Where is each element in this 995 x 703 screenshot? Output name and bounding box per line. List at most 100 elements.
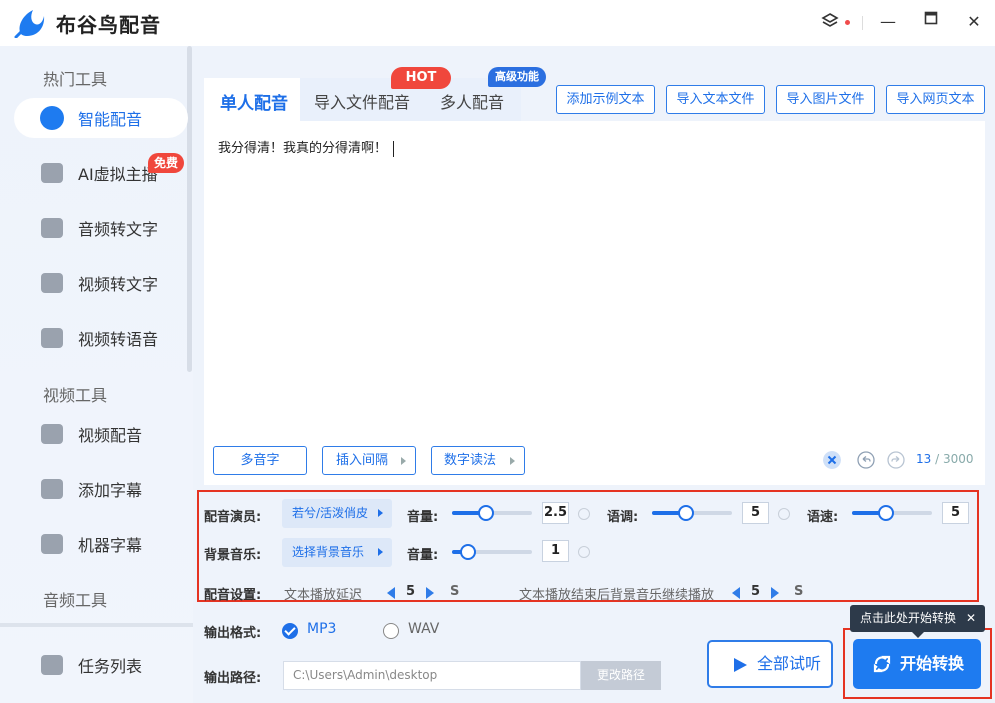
start-convert-button[interactable]: 开始转换 [853,639,981,689]
volume-value[interactable]: 2.5 [542,502,569,524]
layers-icon[interactable] [818,12,842,35]
insert-pause-button[interactable]: 插入间隔 [322,446,416,475]
polyphone-button[interactable]: 多音字 [213,446,307,475]
bgm-volume-label: 音量: [407,548,439,563]
minimize-icon[interactable]: — [876,12,900,32]
import-image-file-button[interactable]: 导入图片文件 [776,85,875,114]
subtitle-icon [41,479,63,499]
import-text-file-button[interactable]: 导入文本文件 [666,85,765,114]
delay-decrease-icon[interactable] [387,587,395,599]
maximize-icon[interactable] [919,10,943,30]
bgm-label: 背景音乐: [204,548,262,563]
pitch-slider[interactable] [652,505,732,521]
tooltip-close-icon[interactable]: ✕ [966,605,976,632]
import-web-text-button[interactable]: 导入网页文本 [886,85,985,114]
undo-icon[interactable] [857,451,875,469]
pitch-reset-icon[interactable] [778,508,790,520]
advanced-badge: 高级功能 [488,67,546,87]
section-audio-tools: 音频工具 [43,591,108,610]
output-path-input[interactable]: C:\Users\Admin\desktop [283,661,581,690]
text-caret [393,140,395,157]
bgm-after-increase-icon[interactable] [771,587,779,599]
number-reading-button[interactable]: 数字读法 [431,446,525,475]
video-audio-icon [41,328,63,348]
pitch-label: 语调: [607,510,639,525]
hot-badge: HOT [391,67,451,89]
video-dub-icon [41,424,63,444]
bgm-select[interactable]: 选择背景音乐 [282,538,392,567]
insert-pause-label: 插入间隔 [336,453,389,468]
delay-increase-icon[interactable] [426,587,434,599]
close-icon[interactable]: ✕ [962,12,986,32]
sidebar-item-smart-dubbing[interactable]: 智能配音 [14,98,188,138]
bgm-volume-slider-knob[interactable] [460,544,476,560]
format-mp3-radio[interactable] [282,623,298,639]
config-label: 配音设置: [204,588,262,603]
speed-slider[interactable] [852,505,932,521]
editor-text: 我分得清！我真的分得清啊！ [218,141,388,156]
sidebar-item-video-to-audio[interactable]: 视频转语音 [14,318,188,358]
editor-content[interactable]: 我分得清！我真的分得清啊！ [218,137,395,157]
bgm-after-decrease-icon[interactable] [732,587,740,599]
avatar-icon [41,163,63,183]
actor-value: 若兮/活泼俏皮 [292,506,369,520]
actor-select[interactable]: 若兮/活泼俏皮 [282,499,392,528]
sidebar-item-label: 视频转文字 [78,275,159,294]
volume-reset-icon[interactable] [578,508,590,520]
sidebar-item-audio-to-text[interactable]: 音频转文字 [14,208,188,248]
bgm-value: 选择背景音乐 [292,545,365,559]
pitch-value[interactable]: 5 [742,502,769,524]
speed-value[interactable]: 5 [942,502,969,524]
sidebar-item-label: 添加字幕 [78,481,143,500]
preview-all-button[interactable]: 全部试听 [707,640,833,688]
bgm-after-unit: S [794,584,804,599]
speed-slider-knob[interactable] [878,505,894,521]
sidebar-item-add-subtitle[interactable]: 添加字幕 [14,469,188,509]
pitch-slider-knob[interactable] [678,505,694,521]
sidebar-item-machine-subtitle[interactable]: 机器字幕 [14,524,188,564]
sidebar-item-task-list[interactable]: 任务列表 [14,645,188,685]
sidebar-item-video-dubbing[interactable]: 视频配音 [14,414,188,454]
free-badge: 免费 [148,153,184,173]
volume-slider[interactable] [452,505,532,521]
change-path-button[interactable]: 更改路径 [581,661,661,690]
clear-text-icon[interactable] [823,451,841,469]
redo-icon[interactable] [887,451,905,469]
format-wav-label[interactable]: WAV [408,621,439,637]
sidebar-item-label: 机器字幕 [78,536,143,555]
bgm-volume-slider[interactable] [452,544,532,560]
mic-icon [40,106,64,130]
notification-dot [845,20,850,25]
sidebar-item-label: 音频转文字 [78,220,159,239]
sidebar-item-label: 智能配音 [78,110,143,129]
delay-unit: S [450,584,460,599]
actor-label: 配音演员: [204,510,262,525]
chevron-right-icon [378,509,383,517]
audio-text-icon [41,218,63,238]
sidebar-divider [0,623,193,627]
delay-label: 文本播放延迟 [284,588,363,603]
app-logo-icon [14,10,45,38]
preview-all-label: 全部试听 [757,654,822,673]
volume-label: 音量: [407,510,439,525]
bgm-volume-reset-icon[interactable] [578,546,590,558]
volume-slider-knob[interactable] [478,505,494,521]
sidebar-item-label: 视频配音 [78,426,143,445]
tab-single-dubbing[interactable]: 单人配音 [220,89,288,114]
tab-multi-dubbing[interactable]: 多人配音 [440,89,504,113]
play-icon [734,658,747,672]
bgm-volume-value[interactable]: 1 [542,540,569,562]
format-mp3-label[interactable]: MP3 [307,621,336,637]
chevron-right-icon [378,548,383,556]
sidebar-scrollbar[interactable] [187,46,192,372]
section-video-tools: 视频工具 [43,386,108,405]
path-label: 输出路径: [204,671,262,686]
text-editor[interactable] [204,121,985,485]
tab-import-file-dubbing[interactable]: 导入文件配音 [314,89,410,113]
format-wav-radio[interactable] [383,623,399,639]
number-reading-label: 数字读法 [444,453,497,468]
sidebar-item-video-to-text[interactable]: 视频转文字 [14,263,188,303]
sidebar-item-label: 视频转语音 [78,330,159,349]
add-sample-text-button[interactable]: 添加示例文本 [556,85,655,114]
bgm-after-label: 文本播放结束后背景音乐继续播放 [519,588,715,603]
